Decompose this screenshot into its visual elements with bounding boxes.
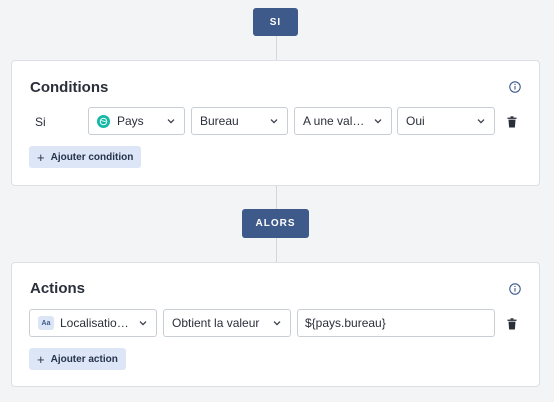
connector-top bbox=[276, 36, 277, 60]
delete-condition-trash-icon[interactable] bbox=[507, 116, 517, 128]
add-condition-label: Ajouter condition bbox=[50, 151, 134, 163]
chevron-down-icon bbox=[477, 119, 485, 124]
property-select-value: Bureau bbox=[200, 114, 239, 128]
actions-card: Actions Aa Localisation b... Obtient la … bbox=[11, 262, 540, 387]
conditions-title: Conditions bbox=[30, 79, 109, 96]
field-select[interactable]: Pays bbox=[88, 107, 185, 135]
then-pill: ALORS bbox=[242, 209, 309, 238]
globe-icon bbox=[97, 114, 110, 128]
connector-bottom bbox=[276, 238, 277, 262]
target-field-select-value: Localisation b... bbox=[60, 316, 134, 330]
delete-action-trash-icon[interactable] bbox=[507, 318, 517, 330]
operator-select-value: A une valeur bbox=[303, 114, 369, 128]
info-icon[interactable] bbox=[509, 283, 521, 295]
chevron-down-icon bbox=[270, 119, 278, 124]
info-icon[interactable] bbox=[509, 81, 521, 93]
chevron-down-icon bbox=[374, 119, 382, 124]
add-action-button[interactable]: + Ajouter action bbox=[29, 348, 126, 370]
field-select-value: Pays bbox=[117, 114, 144, 128]
target-field-select[interactable]: Aa Localisation b... bbox=[29, 309, 157, 337]
action-type-select[interactable]: Obtient la valeur bbox=[163, 309, 291, 337]
if-row-label: Si bbox=[35, 115, 46, 129]
chevron-down-icon bbox=[139, 321, 147, 326]
actions-title: Actions bbox=[30, 280, 86, 297]
value-select-value: Oui bbox=[406, 114, 425, 128]
text-type-icon: Aa bbox=[38, 316, 54, 330]
property-select[interactable]: Bureau bbox=[191, 107, 288, 135]
if-pill: SI bbox=[253, 8, 298, 36]
plus-icon: + bbox=[37, 149, 45, 165]
operator-select[interactable]: A une valeur bbox=[294, 107, 392, 135]
chevron-down-icon bbox=[273, 321, 281, 326]
action-type-select-value: Obtient la valeur bbox=[172, 316, 260, 330]
value-expression-input[interactable] bbox=[297, 309, 495, 337]
chevron-down-icon bbox=[167, 119, 175, 124]
add-condition-button[interactable]: + Ajouter condition bbox=[29, 146, 142, 168]
add-action-label: Ajouter action bbox=[50, 353, 118, 365]
connector-middle bbox=[276, 186, 277, 210]
plus-icon: + bbox=[37, 351, 45, 367]
conditions-card: Conditions Si Pays Bureau A une valeur O… bbox=[11, 60, 540, 186]
value-select[interactable]: Oui bbox=[397, 107, 495, 135]
